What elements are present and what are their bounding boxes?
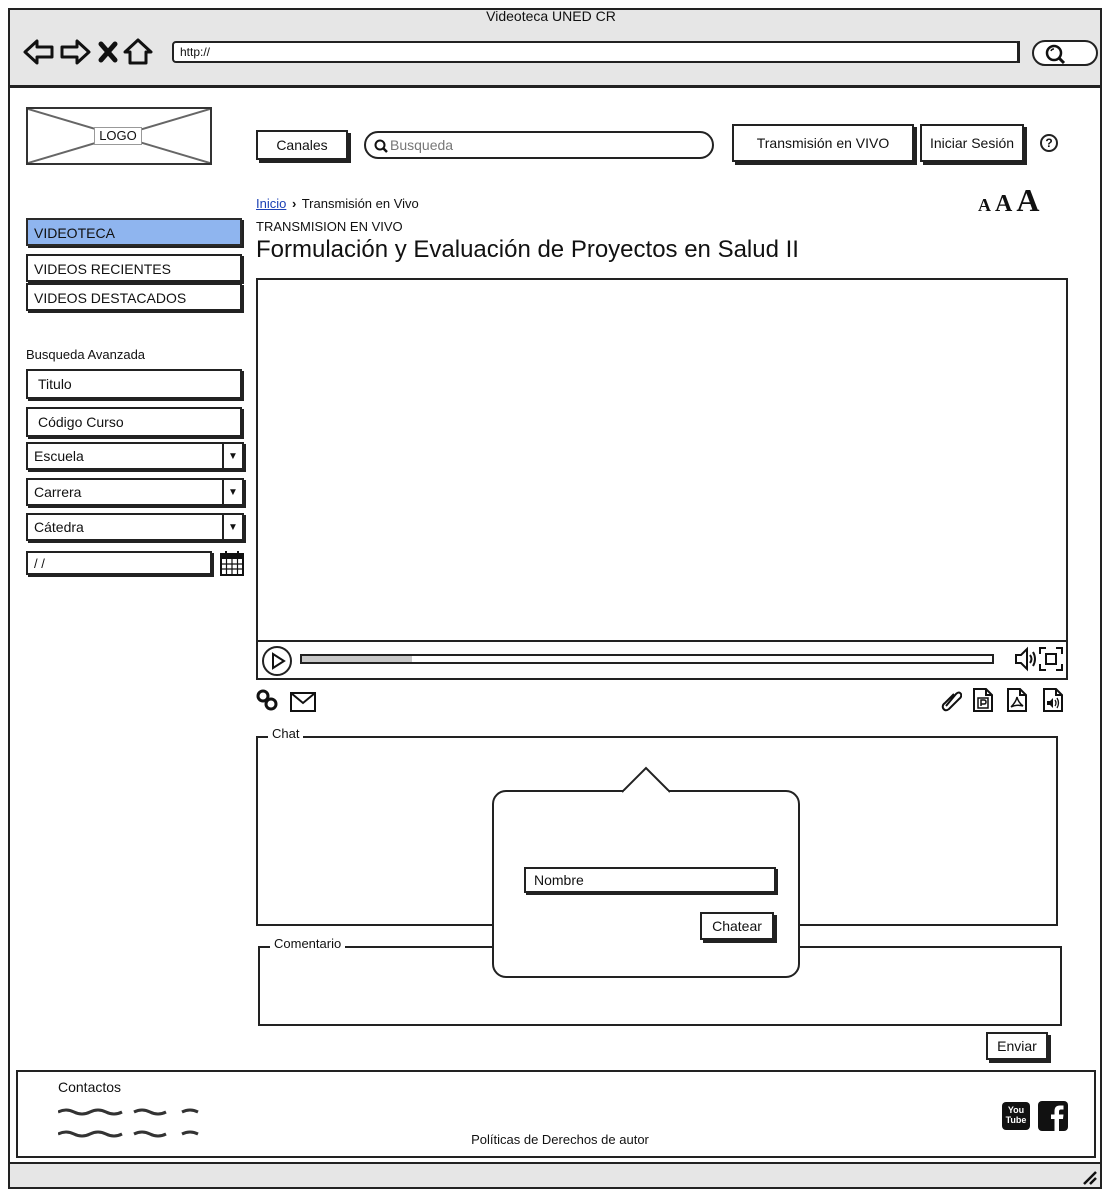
home-icon[interactable] bbox=[123, 38, 153, 65]
browser-search-button[interactable] bbox=[1032, 40, 1098, 66]
breadcrumb-current: Transmisión en Vivo bbox=[301, 196, 419, 211]
sidebar-item-videoteca[interactable]: VIDEOTECA bbox=[26, 218, 242, 246]
advanced-search-label: Busqueda Avanzada bbox=[26, 347, 146, 362]
date-field[interactable]: / / bbox=[26, 551, 212, 575]
calendar-icon[interactable] bbox=[220, 550, 244, 576]
title-field[interactable]: Titulo bbox=[26, 369, 242, 399]
chevron-down-icon: ▼ bbox=[222, 515, 242, 539]
breadcrumb: Inicio › Transmisión en Vivo bbox=[256, 196, 419, 211]
url-text: http:// bbox=[180, 45, 211, 59]
search-icon bbox=[374, 139, 388, 153]
chat-button[interactable]: Chatear bbox=[700, 912, 774, 940]
browser-status-bar bbox=[8, 1162, 1102, 1189]
course-code-field[interactable]: Código Curso bbox=[26, 407, 242, 437]
copyright-policy-link[interactable]: Políticas de Derechos de autor bbox=[0, 1132, 1102, 1147]
chevron-down-icon: ▼ bbox=[222, 480, 242, 504]
popover-pointer bbox=[622, 766, 670, 794]
channels-button[interactable]: Canales bbox=[256, 130, 348, 160]
browser-nav-icons bbox=[23, 38, 153, 65]
chat-legend: Chat bbox=[268, 726, 304, 741]
chair-select-value: Cátedra bbox=[34, 519, 84, 535]
font-small-button[interactable]: A bbox=[978, 195, 991, 215]
font-size-controls: A A A bbox=[978, 182, 1039, 219]
pdf-file-icon[interactable] bbox=[1006, 688, 1028, 712]
search-input[interactable]: Busqueda bbox=[364, 131, 714, 159]
youtube-icon-text: You Tube bbox=[1005, 1105, 1027, 1125]
chair-select[interactable]: Cátedra ▼ bbox=[26, 513, 244, 541]
contacts-label: Contactos bbox=[58, 1079, 122, 1095]
send-button[interactable]: Enviar bbox=[986, 1032, 1048, 1060]
volume-icon[interactable] bbox=[1014, 646, 1038, 672]
sidebar-item-featured-videos[interactable]: VIDEOS DESTACADOS bbox=[26, 283, 242, 311]
page-subtitle: TRANSMISION EN VIVO bbox=[256, 219, 403, 234]
career-select-value: Carrera bbox=[34, 484, 82, 500]
youtube-icon[interactable]: You Tube bbox=[1002, 1102, 1030, 1130]
search-placeholder: Busqueda bbox=[390, 137, 454, 153]
login-button[interactable]: Iniciar Sesión bbox=[920, 124, 1024, 162]
help-icon[interactable]: ? bbox=[1040, 134, 1058, 152]
progress-fill bbox=[302, 656, 412, 662]
breadcrumb-separator: › bbox=[291, 196, 297, 211]
forward-arrow-icon[interactable] bbox=[60, 39, 91, 65]
font-medium-button[interactable]: A bbox=[995, 191, 1012, 217]
sidebar-item-recent-videos[interactable]: VIDEOS RECIENTES bbox=[26, 254, 242, 282]
resize-grip-icon[interactable] bbox=[1080, 1168, 1100, 1186]
audio-file-icon[interactable] bbox=[1042, 688, 1064, 712]
logo-label: LOGO bbox=[94, 127, 142, 145]
email-icon[interactable] bbox=[290, 692, 316, 712]
ppt-file-icon[interactable] bbox=[972, 688, 994, 712]
play-icon[interactable] bbox=[262, 646, 292, 676]
stop-icon[interactable] bbox=[98, 41, 118, 63]
url-bar[interactable]: http:// bbox=[172, 41, 1020, 63]
attachment-icon[interactable] bbox=[940, 688, 962, 712]
contact-line-scribble bbox=[58, 1108, 199, 1116]
video-player[interactable] bbox=[256, 278, 1068, 680]
window-title: Videoteca UNED CR bbox=[486, 8, 616, 24]
font-large-button[interactable]: A bbox=[1016, 182, 1039, 218]
page-title: Formulación y Evaluación de Proyectos en… bbox=[256, 236, 799, 263]
facebook-icon[interactable] bbox=[1038, 1101, 1068, 1131]
search-icon bbox=[1045, 44, 1066, 64]
comment-legend: Comentario bbox=[270, 936, 346, 951]
school-select-value: Escuela bbox=[34, 448, 84, 464]
chevron-down-icon: ▼ bbox=[222, 444, 242, 468]
link-icon[interactable] bbox=[256, 688, 278, 712]
live-stream-button[interactable]: Transmisión en VIVO bbox=[732, 124, 914, 162]
school-select[interactable]: Escuela ▼ bbox=[26, 442, 244, 470]
back-arrow-icon[interactable] bbox=[23, 39, 54, 65]
breadcrumb-home-link[interactable]: Inicio bbox=[256, 196, 286, 211]
career-select[interactable]: Carrera ▼ bbox=[26, 478, 244, 506]
fullscreen-icon[interactable] bbox=[1038, 646, 1064, 672]
name-field[interactable]: Nombre bbox=[524, 867, 776, 893]
